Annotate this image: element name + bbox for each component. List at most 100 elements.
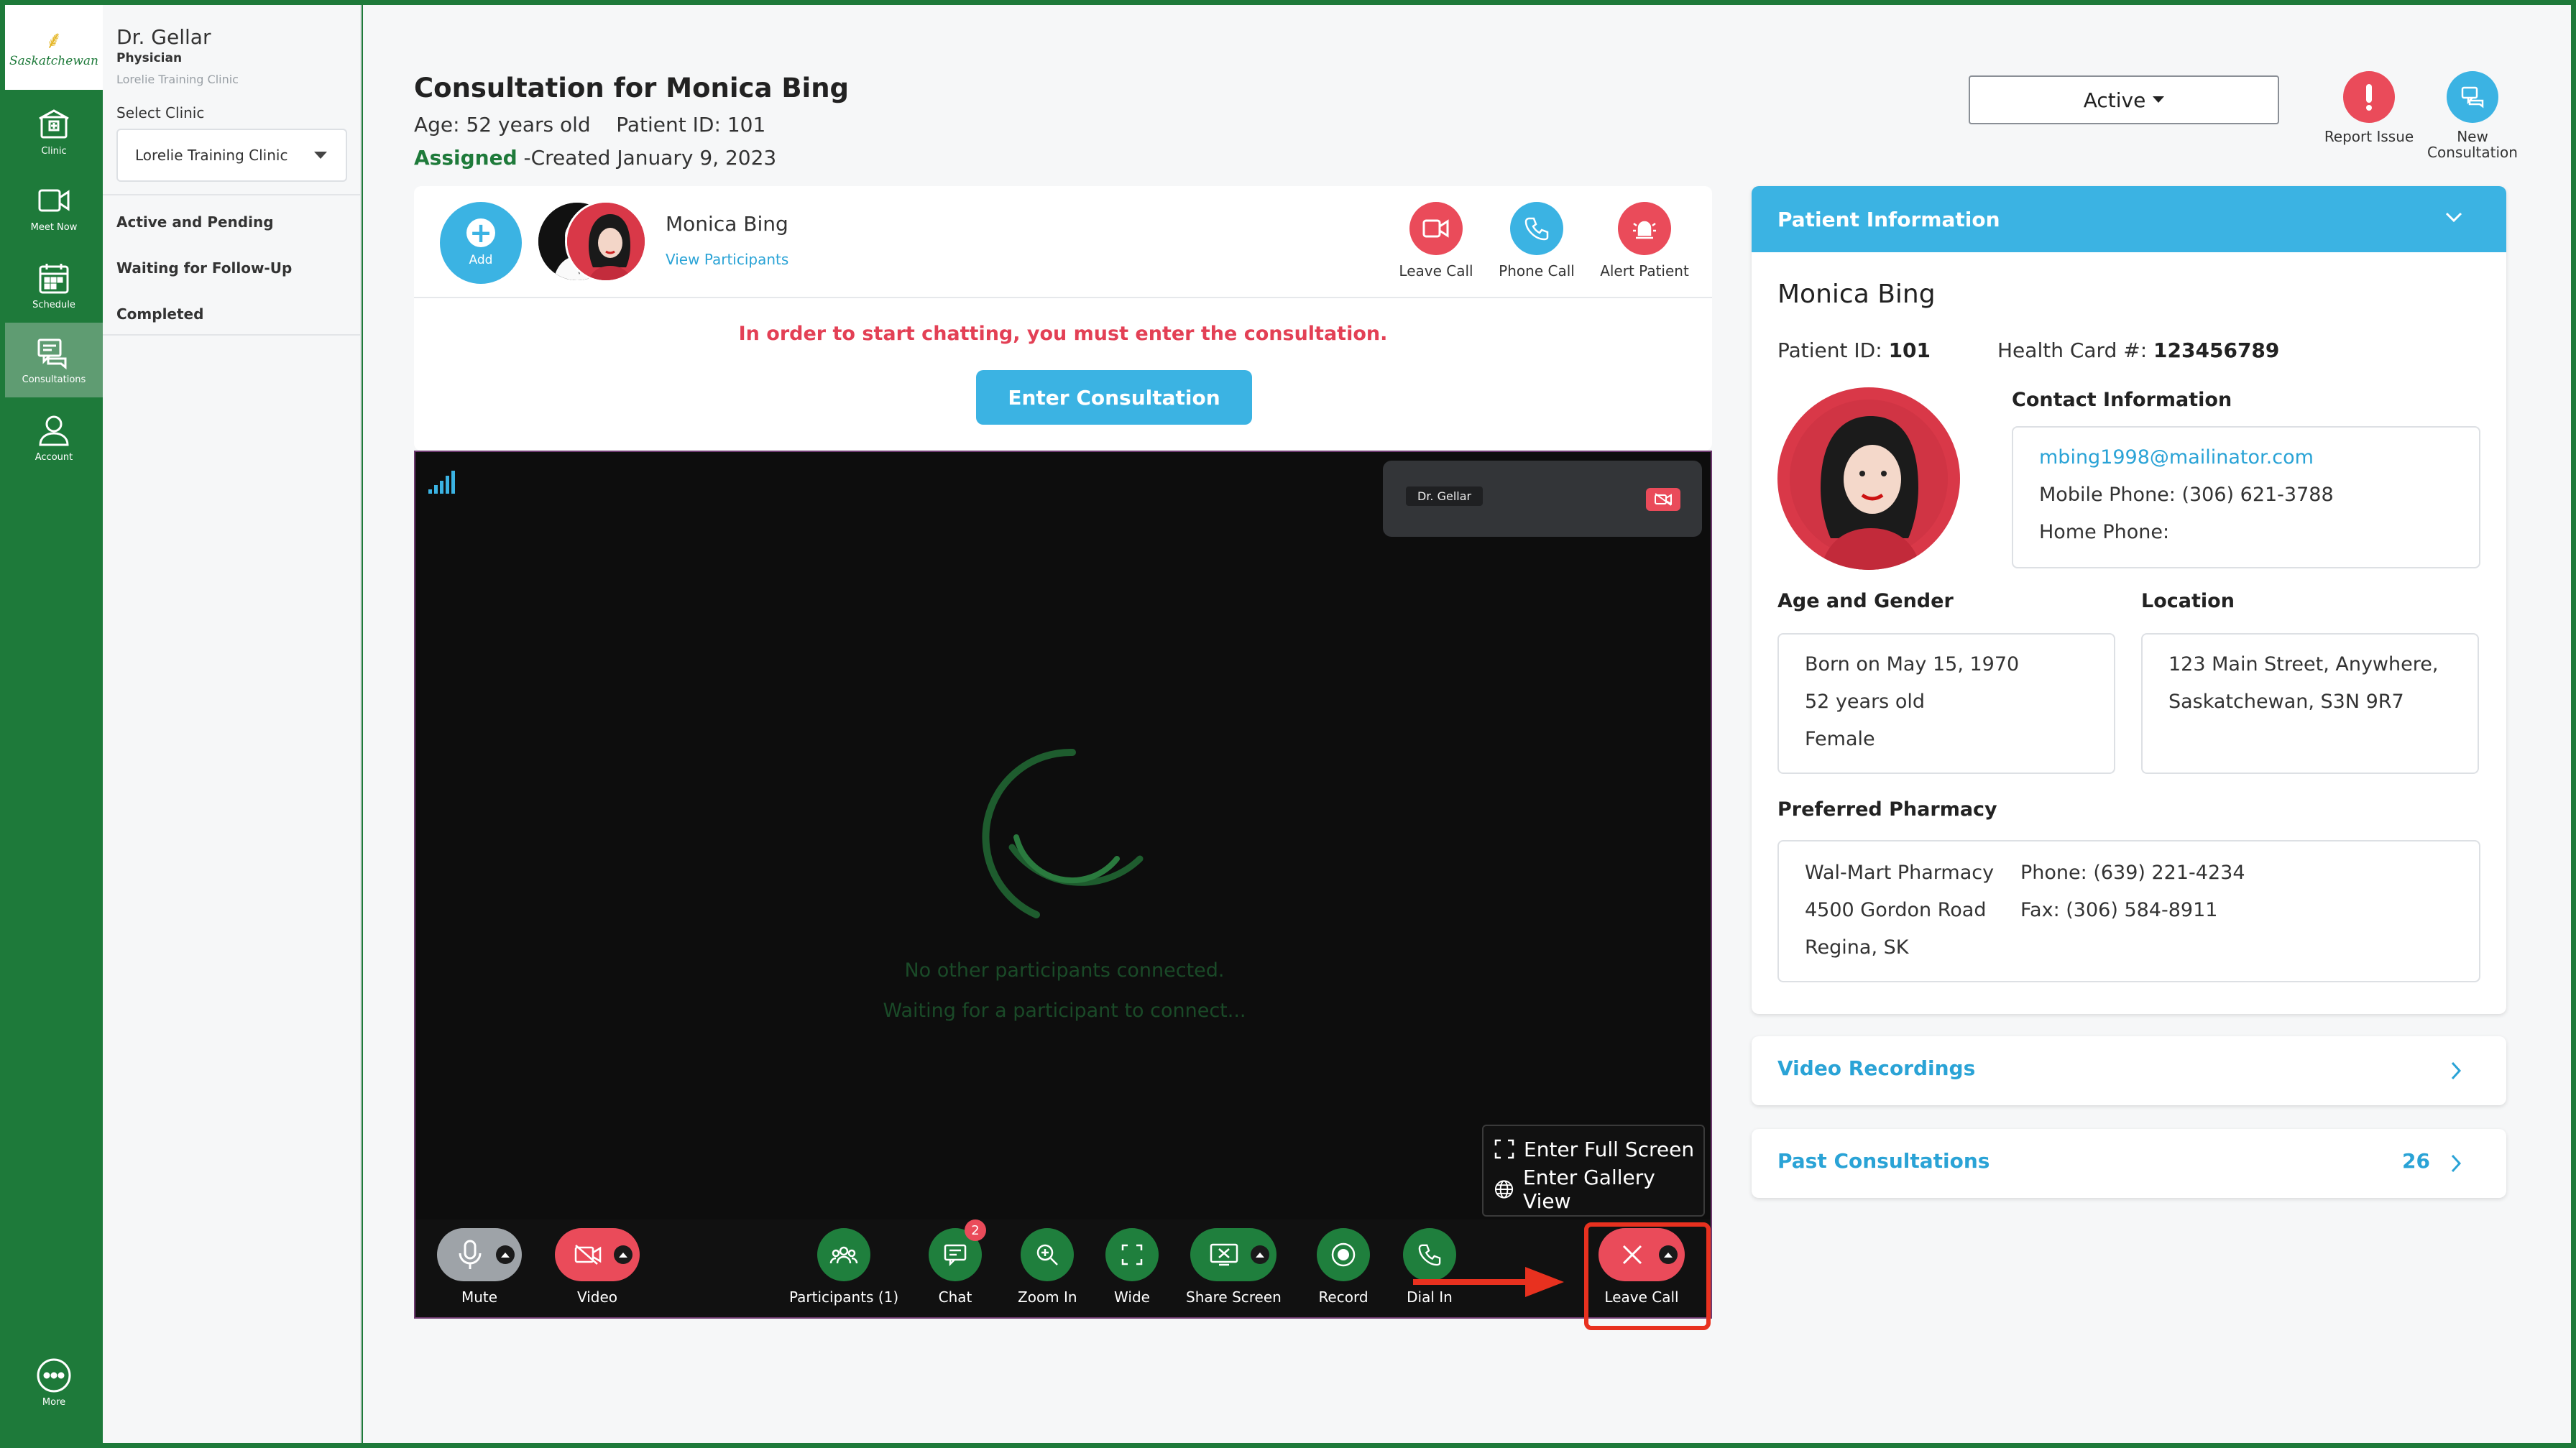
patient-photo (1777, 387, 1960, 570)
age-gender-box: Born on May 15, 1970 52 years old Female (1777, 633, 2115, 774)
created-date: -Created January 9, 2023 (517, 146, 777, 170)
new-chat-icon (2447, 71, 2498, 123)
chevron-right-icon (2451, 1154, 2462, 1173)
contact-info-box: mbing1998@mailinator.com Mobile Phone: (… (2012, 426, 2480, 568)
consultation-card-header: + Add Monica Bing View Participants Leav… (414, 186, 1712, 298)
view-options-menu: Enter Full Screen Enter Gallery View (1482, 1125, 1705, 1217)
pharmacy-city: Regina, SK (1805, 936, 1909, 959)
pharmacy-heading: Preferred Pharmacy (1777, 798, 1997, 821)
phone-icon (1510, 202, 1563, 255)
video-button[interactable]: Video (555, 1228, 640, 1306)
location-heading: Location (2141, 590, 2235, 612)
self-view-tile: Dr. Gellar (1383, 461, 1702, 537)
rail-item-account[interactable]: Account (5, 400, 103, 475)
chat-button[interactable]: 2 Chat (929, 1219, 986, 1306)
pharmacy-box: Wal-Mart Pharmacy 4500 Gordon Road Regin… (1777, 840, 2480, 982)
status-assigned: Assigned (414, 146, 518, 170)
pharmacy-fax: Fax: (306) 584-8911 (2020, 899, 2218, 921)
nav-completed[interactable]: Completed (116, 305, 203, 323)
signal-strength-icon (428, 471, 455, 494)
new-consultation-button[interactable]: New Consultation (2419, 71, 2526, 160)
user-icon (39, 415, 69, 446)
video-options-caret[interactable] (614, 1245, 632, 1264)
wide-button[interactable]: Wide (1105, 1228, 1159, 1306)
chat-unread-badge: 2 (965, 1219, 986, 1241)
share-screen-icon (1210, 1243, 1238, 1266)
doctor-clinic: Lorelie Training Clinic (116, 73, 239, 86)
share-screen-button[interactable]: Share Screen (1186, 1228, 1282, 1306)
self-view-name: Dr. Gellar (1406, 486, 1484, 506)
no-participants-message: No other participants connected. (904, 959, 1225, 982)
enter-full-screen-label: Enter Full Screen (1524, 1137, 1695, 1161)
nav-active-pending[interactable]: Active and Pending (116, 213, 274, 231)
rail-label: Meet Now (30, 221, 78, 233)
share-screen-options-caret[interactable] (1251, 1245, 1270, 1264)
patient-information-header[interactable]: Patient Information (1752, 186, 2506, 252)
alert-patient-button[interactable]: Alert Patient (1594, 202, 1695, 280)
exclamation-icon (2343, 71, 2395, 123)
patient-information-title: Patient Information (1777, 207, 2000, 231)
phone-call-label: Phone Call (1499, 262, 1575, 280)
report-issue-button[interactable]: Report Issue (2315, 71, 2423, 144)
participant-avatars (536, 200, 651, 285)
video-recordings-accordion[interactable]: Video Recordings (1752, 1036, 2506, 1105)
enter-gallery-view-item[interactable]: Enter Gallery View (1494, 1166, 1703, 1213)
video-toolbar: Mute Video Participants (1) 2 Chat Zoom … (415, 1219, 1711, 1330)
leave-call-top-button[interactable]: Leave Call (1386, 202, 1486, 280)
contact-info-heading: Contact Information (2012, 389, 2232, 411)
mute-button[interactable]: Mute (437, 1228, 522, 1306)
video-pill (555, 1228, 640, 1281)
chat-icon (37, 338, 67, 369)
zoom-in-label: Zoom In (1018, 1288, 1077, 1306)
annotation-highlight-box (1584, 1222, 1711, 1330)
record-icon (1317, 1228, 1370, 1281)
patient-id-value: 101 (1888, 338, 1931, 362)
video-call-icon (1409, 202, 1463, 255)
patient-id-label: Patient ID: (1777, 338, 1882, 362)
consultation-card: + Add Monica Bing View Participants Leav… (414, 186, 1712, 451)
consultation-status: Assigned -Created January 9, 2023 (414, 146, 776, 170)
rail-item-clinic[interactable]: Clinic (5, 94, 103, 169)
enter-consultation-button[interactable]: Enter Consultation (976, 370, 1252, 425)
mobile-phone: Mobile Phone: (306) 621-3788 (2039, 484, 2334, 506)
add-participant-button[interactable]: + Add (440, 202, 522, 284)
mute-label: Mute (461, 1288, 498, 1306)
more-dots-icon (37, 1358, 71, 1393)
phone-call-button[interactable]: Phone Call (1486, 202, 1587, 280)
wide-label: Wide (1114, 1288, 1150, 1306)
patient-name: Monica Bing (1777, 280, 1936, 309)
past-consultations-title: Past Consultations (1777, 1149, 1990, 1173)
clinic-select[interactable]: Lorelie Training Clinic (116, 129, 347, 182)
past-consultations-accordion[interactable]: Past Consultations 26 (1752, 1129, 2506, 1198)
rail-label: Consultations (22, 374, 86, 385)
rail-item-consultations[interactable]: Consultations (5, 323, 103, 397)
view-participants-link[interactable]: View Participants (666, 251, 788, 268)
patient-age: 52 years old (1805, 691, 1925, 713)
zoom-in-button[interactable]: Zoom In (1018, 1228, 1077, 1306)
divider (103, 194, 360, 195)
patient-email-link[interactable]: mbing1998@mailinator.com (2039, 446, 2314, 469)
rail-item-meet-now[interactable]: Meet Now (5, 170, 103, 245)
annotation-arrow-icon (1413, 1267, 1564, 1297)
wheat-icon: ⸙ (45, 26, 63, 55)
chat-warning-message: In order to start chatting, you must ent… (738, 323, 1388, 345)
enter-full-screen-item[interactable]: Enter Full Screen (1494, 1132, 1694, 1166)
waiting-message: Waiting for a participant to connect... (883, 1000, 1246, 1022)
video-off-icon (574, 1245, 602, 1265)
record-button[interactable]: Record (1317, 1228, 1370, 1306)
participants-button[interactable]: Participants (1) (789, 1228, 898, 1306)
more-button[interactable]: More (5, 1357, 103, 1421)
new-consultation-label-line1: New (2457, 128, 2488, 145)
health-card: Health Card #: 123456789 (1997, 338, 2279, 362)
patient-gender: Female (1805, 728, 1875, 750)
pharmacy-name: Wal-Mart Pharmacy (1805, 862, 1995, 884)
alarm-icon (1618, 202, 1671, 255)
nav-waiting-follow-up[interactable]: Waiting for Follow-Up (116, 259, 292, 277)
chat-label: Chat (938, 1288, 972, 1306)
rail-item-schedule[interactable]: Schedule (5, 248, 103, 323)
zoom-in-icon (1021, 1228, 1075, 1281)
plus-icon: + (466, 218, 495, 247)
loading-spinner-icon (982, 748, 1144, 918)
status-dropdown[interactable]: Active (1969, 75, 2279, 124)
mute-options-caret[interactable] (496, 1245, 515, 1264)
